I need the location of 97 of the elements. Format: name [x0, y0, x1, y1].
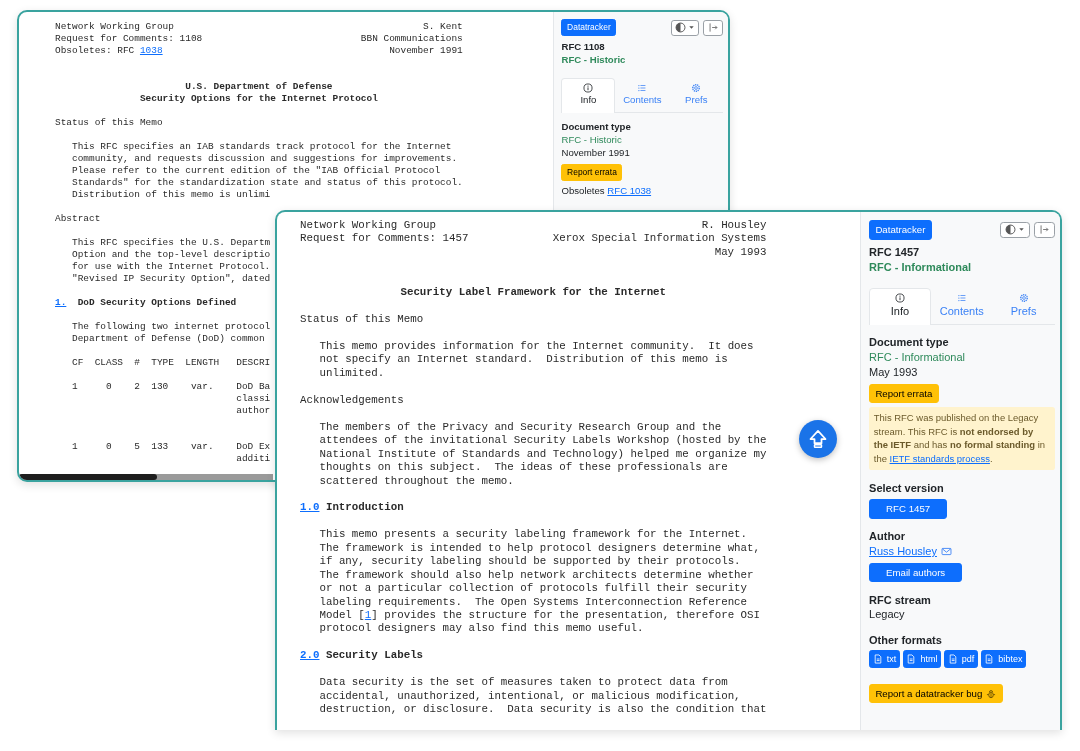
sidebar-toggle-button[interactable] — [1033, 221, 1055, 239]
document-title: Security Label Framework for the Internet — [400, 286, 667, 300]
table-header: CF CLASS # TYPE LENGTH DESCRI — [72, 357, 271, 369]
document-link[interactable]: RFC 1038 — [607, 185, 652, 197]
document-status: RFC - Historic — [561, 54, 627, 67]
action-button[interactable]: RFC 1457 — [869, 499, 948, 519]
paragraph: This memo presents a security labeling framework for the Internet. The framework is intended to help protocol designers determine what, if any, security labeling should be supported by their protocols. The framework should also help network architects determine whether or not a particular collection of protocols fulfill their security labeling requirements. The Open Systems Interconnection Reference Model [1] provides the structure for the presentation, therefore OSI protocol designers may also find this memo useful. — [319, 528, 761, 636]
sidebar-tab[interactable]: Prefs — [992, 287, 1055, 325]
report-bug-button[interactable]: Report a datatracker bug — [869, 683, 1003, 704]
theme-button[interactable] — [1000, 221, 1030, 239]
horizontal-scrollbar[interactable] — [19, 474, 273, 480]
section-heading: Acknowledgements — [300, 393, 404, 408]
section-title: DoD Security Options Defined — [77, 297, 237, 308]
header-text: Xerox Special Information Systems — [552, 232, 767, 246]
header-text: Request for Comments: 1457 — [300, 232, 469, 246]
reference-link[interactable]: 1038 — [139, 45, 163, 56]
section-link[interactable]: 2.0 — [300, 649, 326, 663]
field-label: Other formats — [869, 632, 943, 648]
section-link[interactable]: 1. — [55, 297, 78, 309]
field-label: RFC stream — [869, 592, 932, 608]
scroll-top-button[interactable] — [799, 420, 837, 458]
header-text: Network Working Group — [55, 21, 174, 33]
document-status: RFC - Informational — [869, 259, 973, 275]
header-text: May 1993 — [714, 245, 767, 260]
info-icon — [583, 82, 594, 93]
arrow-up-icon — [808, 429, 828, 449]
list-icon — [637, 82, 648, 93]
theme-icon — [675, 22, 687, 34]
action-button[interactable]: Email authors — [869, 562, 963, 583]
reference-link[interactable]: 1 — [364, 609, 372, 622]
caret-icon — [1017, 226, 1025, 234]
field-label: Document type — [869, 335, 950, 350]
field-label: Author — [869, 529, 907, 544]
paragraph: The following two internet protocol Department of Defense (DoD) common — [72, 321, 271, 345]
sidebar-tab[interactable]: Info — [869, 287, 931, 326]
format-button[interactable]: pdf — [943, 649, 978, 668]
document-title: U.S. Department of Defense Security Options for the Internet Protocol — [139, 81, 378, 105]
paragraph: The members of the Privacy and Security Research Group and the attendees of the invitational Security Labels Workshop (hosted by the National Institute of Standards and Technology) helped me organize my thoughts on this subject. The ideas of these professionals are scattered throughout the memo. — [319, 420, 767, 488]
sidebar-tab[interactable]: Info — [561, 78, 616, 113]
paragraph: This RFC specifies an IAB standards track protocol for the Internet community, and requests discussion and suggestions for improvements. Please refer to the current edition of the "IAB Official Protocol Standards" for the standardization state and status of this protocol. Distribution of this memo is unlimi — [72, 141, 463, 201]
header-text: Network Working Group — [300, 219, 437, 233]
paragraph: Data security is the set of measures taken to protect data from accidental, unauthorized, intentional, or malicious modification, destruction, or disclosure. Data security is also the condition that — [319, 676, 767, 717]
sidebar-tab[interactable]: Contents — [615, 78, 670, 112]
section-heading: Abstract — [55, 213, 101, 225]
section-link[interactable]: 1.0 — [300, 501, 326, 515]
notice-text: This RFC was published on the Legacy stream. This RFC is not endorsed by the IETF and has no formal standing in the IETF standards process. — [869, 406, 1055, 471]
section-heading: Status of this Memo — [300, 313, 424, 327]
sidebar-tab[interactable]: Contents — [930, 287, 993, 325]
report-errata-button[interactable]: Report errata — [561, 163, 623, 182]
paragraph: This RFC specifies the U.S. Departm Option and the top-level descriptio for use with the Internet Protocol. "Revised IP Security Option", dated — [72, 237, 271, 285]
field-label: Select version — [869, 480, 945, 496]
report-errata-button[interactable]: Report errata — [869, 383, 939, 403]
field-value: RFC - Historic — [561, 134, 623, 147]
document-number: RFC 1108 — [561, 41, 606, 54]
mail-icon — [940, 545, 952, 557]
paragraph: This memo provides information for the Internet community. It does not specify an Internet standard. Distribution of this memo is unlimited. — [319, 340, 754, 381]
header-text: Request for Comments: 1108 — [55, 33, 203, 45]
arrow-bar-icon — [707, 22, 719, 34]
info-icon — [894, 292, 905, 303]
list-icon — [956, 292, 967, 303]
header-text: November 1991 — [389, 45, 463, 57]
header-text: S. Kent — [423, 21, 463, 33]
field-value: May 1993 — [869, 364, 919, 380]
format-button[interactable]: bibtex — [980, 649, 1027, 668]
gear-icon — [1018, 292, 1029, 303]
header-text: R. Housley — [701, 219, 767, 233]
gear-icon — [691, 82, 702, 93]
field-value: Obsoletes — [561, 185, 605, 197]
table-row: 1 0 5 133 var. DoD Ex additi — [72, 441, 271, 465]
header-text: BBN Communications — [360, 33, 463, 45]
field-label: Document type — [561, 121, 632, 135]
section-title: Introduction — [325, 501, 404, 514]
file-icon — [984, 653, 995, 664]
theme-button[interactable] — [670, 19, 700, 36]
section-title: Security Labels — [325, 649, 424, 662]
field-value: RFC - Informational — [869, 349, 967, 365]
author-link[interactable]: Russ Housley — [869, 543, 937, 559]
datatracker-button[interactable]: Datatracker — [561, 19, 617, 37]
sidebar-toggle-button[interactable] — [703, 19, 724, 36]
bug-icon — [986, 688, 997, 699]
format-button[interactable]: txt — [869, 649, 900, 668]
caret-icon — [688, 24, 696, 32]
file-icon — [872, 653, 883, 664]
field-value: Legacy — [869, 607, 906, 623]
document-number: RFC 1457 — [869, 245, 921, 260]
sidebar-tab[interactable]: Prefs — [669, 78, 724, 112]
field-value: November 1991 — [561, 147, 631, 160]
file-icon — [906, 653, 917, 664]
arrow-bar-icon — [1038, 224, 1050, 236]
table-row: 1 0 2 130 var. DoD Ba classi author — [72, 381, 271, 417]
theme-icon — [1004, 224, 1016, 236]
file-icon — [947, 653, 958, 664]
section-heading: Status of this Memo — [55, 117, 163, 129]
header-text: Obsoletes: RFC 1038 — [55, 45, 163, 57]
format-button[interactable]: html — [902, 649, 942, 668]
process-link[interactable]: IETF standards process — [889, 453, 990, 465]
datatracker-button[interactable]: Datatracker — [869, 220, 932, 240]
